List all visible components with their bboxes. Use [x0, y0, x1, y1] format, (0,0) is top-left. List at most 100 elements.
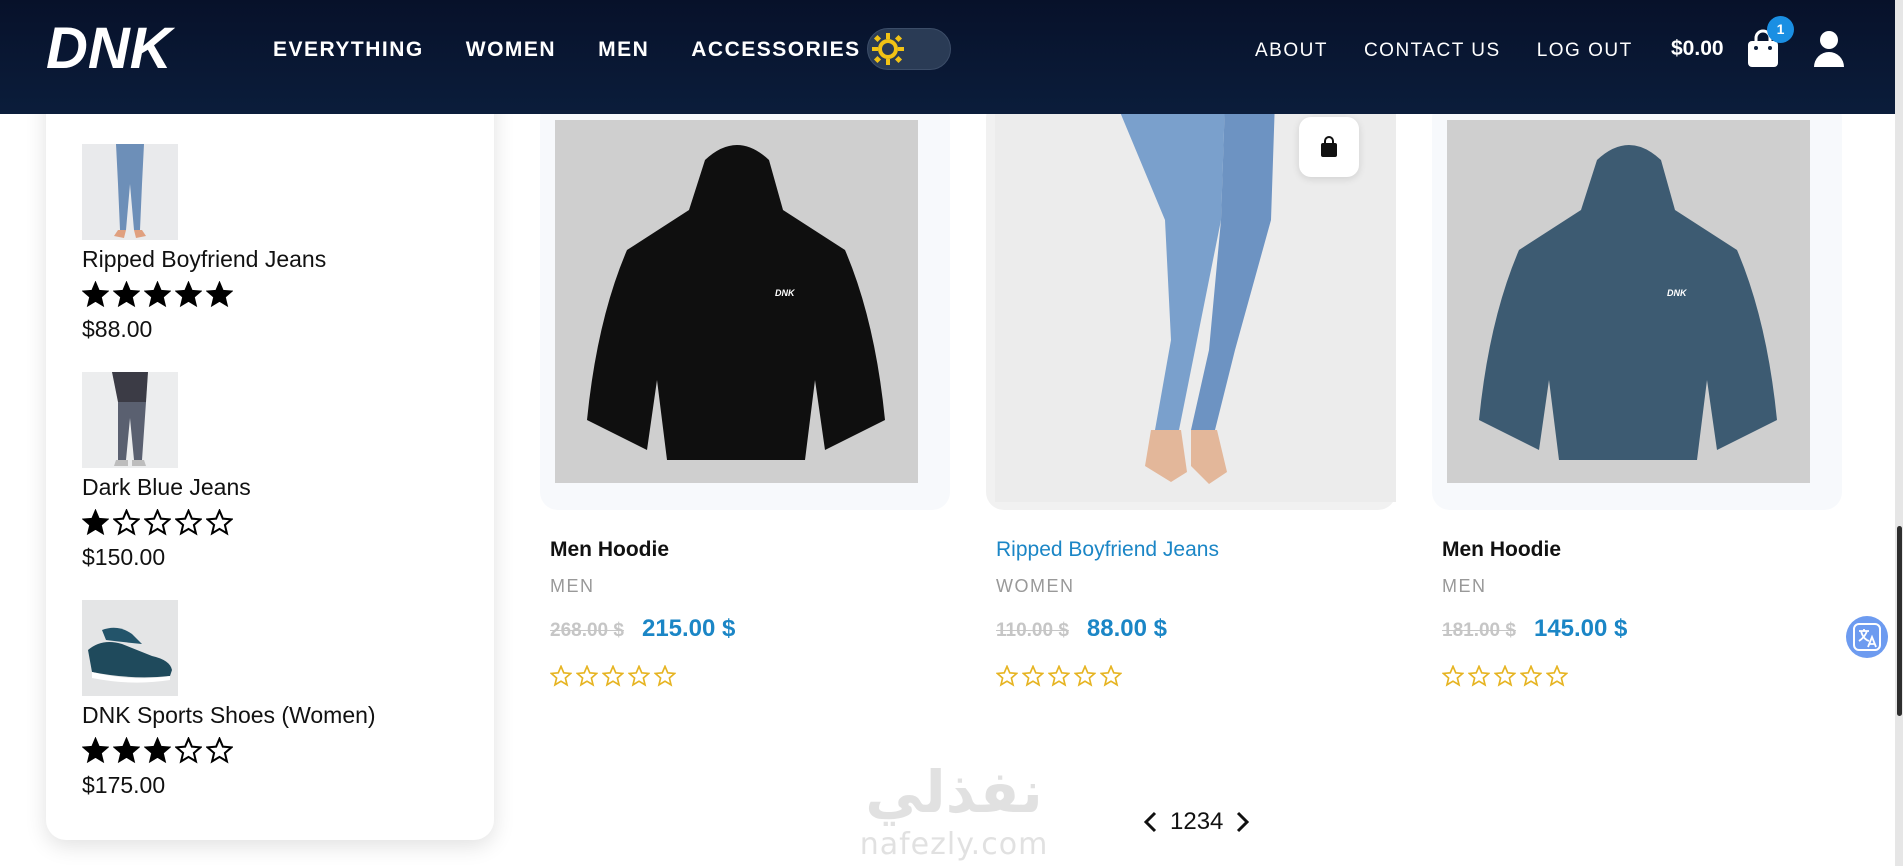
star-empty-icon	[1048, 665, 1070, 687]
svg-text:DNK: DNK	[46, 16, 176, 80]
product-title[interactable]: Men Hoodie	[1442, 538, 1627, 562]
black-hoodie-image[interactable]: DNK	[555, 120, 918, 483]
main-nav: EVERYTHING WOMEN MEN ACCESSORIES	[273, 38, 861, 62]
star-empty-icon	[1022, 665, 1044, 687]
star-empty-icon	[175, 509, 202, 536]
star-empty-icon	[1100, 665, 1122, 687]
star-empty-icon	[1520, 665, 1542, 687]
chevron-left-icon[interactable]	[1142, 811, 1160, 833]
translate-icon	[1853, 623, 1881, 651]
star-filled-icon	[175, 281, 202, 308]
dnk-logo[interactable]: DNK	[44, 14, 194, 80]
star-filled-icon	[206, 281, 233, 308]
nav-men[interactable]: MEN	[598, 38, 649, 62]
product-title[interactable]: Ripped Boyfriend Jeans	[996, 538, 1219, 562]
product-title[interactable]: Men Hoodie	[550, 538, 735, 562]
svg-text:DNK: DNK	[1667, 288, 1688, 298]
svg-text:DNK: DNK	[775, 288, 796, 298]
svg-text:nafezly.com: nafezly.com	[860, 827, 1049, 862]
product-info: Men Hoodie MEN 181.00 $ 145.00 $	[1442, 538, 1627, 687]
nafezly-watermark: نفذلي nafezly.com	[860, 758, 1049, 862]
star-empty-icon	[113, 509, 140, 536]
jeans-thumbnail[interactable]	[82, 144, 178, 240]
top-rated-sidebar: Ripped Boyfriend Jeans $88.00 Dark Blue …	[46, 60, 494, 840]
product-category[interactable]: WOMEN	[996, 576, 1219, 597]
sidebar-product-name[interactable]: DNK Sports Shoes (Women)	[82, 702, 376, 729]
rating-stars	[996, 665, 1219, 687]
star-empty-icon	[206, 509, 233, 536]
shoes-thumbnail[interactable]	[82, 600, 178, 696]
nav-contact-us[interactable]: CONTACT US	[1364, 40, 1501, 62]
rating-stars	[1442, 665, 1627, 687]
svg-text:نفذلي: نفذلي	[865, 758, 1042, 826]
sidebar-product-name[interactable]: Dark Blue Jeans	[82, 474, 251, 501]
star-empty-icon	[654, 665, 676, 687]
shopping-bag-icon	[1321, 136, 1337, 157]
secondary-nav: ABOUT CONTACT US LOG OUT	[1255, 40, 1633, 62]
sale-price: 145.00 $	[1533, 615, 1628, 642]
product-prices: 268.00 $ 215.00 $	[550, 615, 735, 643]
rating-stars	[82, 737, 376, 764]
cart-total[interactable]: $0.00	[1671, 37, 1724, 61]
product-image-box[interactable]	[986, 100, 1396, 510]
page-numbers[interactable]: 1234	[1170, 808, 1223, 836]
sun-icon	[872, 33, 904, 65]
star-empty-icon	[175, 737, 202, 764]
translate-button[interactable]	[1846, 616, 1888, 658]
chevron-right-icon[interactable]	[1233, 811, 1251, 833]
star-filled-icon	[144, 281, 171, 308]
top-navbar: DNK EVERYTHING WOMEN MEN ACCESSORIES ABO…	[0, 0, 1895, 114]
product-category[interactable]: MEN	[1442, 576, 1627, 597]
jeans-thumbnail[interactable]	[82, 372, 178, 468]
star-empty-icon	[996, 665, 1018, 687]
star-empty-icon	[576, 665, 598, 687]
theme-toggle[interactable]	[867, 28, 951, 70]
star-empty-icon	[1468, 665, 1490, 687]
sidebar-product-price: $175.00	[82, 772, 166, 798]
sale-price: 88.00 $	[1086, 615, 1167, 642]
star-empty-icon	[550, 665, 572, 687]
pagination: 1234	[1142, 808, 1251, 836]
nav-log-out[interactable]: LOG OUT	[1537, 40, 1633, 62]
star-empty-icon	[628, 665, 650, 687]
product-image-box[interactable]: DNK	[1432, 100, 1842, 510]
star-empty-icon	[144, 509, 171, 536]
quick-add-button[interactable]	[1299, 117, 1359, 177]
rating-stars	[82, 509, 251, 536]
sidebar-product[interactable]: Dark Blue Jeans $150.00	[82, 372, 251, 571]
scrollbar-track[interactable]	[1895, 0, 1903, 866]
product-prices: 110.00 $ 88.00 $	[996, 615, 1219, 643]
sidebar-product[interactable]: Ripped Boyfriend Jeans $88.00	[82, 144, 326, 343]
product-image-box[interactable]: DNK	[540, 100, 950, 510]
product-info: Ripped Boyfriend Jeans WOMEN 110.00 $ 88…	[996, 538, 1219, 687]
product-prices: 181.00 $ 145.00 $	[1442, 615, 1627, 643]
sidebar-product-price: $88.00	[82, 316, 153, 342]
old-price: 268.00 $	[550, 620, 624, 641]
nav-about[interactable]: ABOUT	[1255, 40, 1328, 62]
star-empty-icon	[602, 665, 624, 687]
sidebar-product-name[interactable]: Ripped Boyfriend Jeans	[82, 246, 326, 273]
product-category[interactable]: MEN	[550, 576, 735, 597]
star-empty-icon	[1074, 665, 1096, 687]
star-filled-icon	[144, 737, 171, 764]
product-info: Men Hoodie MEN 268.00 $ 215.00 $	[550, 538, 735, 687]
sidebar-product-price: $150.00	[82, 544, 166, 570]
star-empty-icon	[1494, 665, 1516, 687]
cart-count-badge: 1	[1767, 16, 1794, 43]
old-price: 181.00 $	[1442, 620, 1516, 641]
nav-accessories[interactable]: ACCESSORIES	[691, 38, 860, 62]
nav-everything[interactable]: EVERYTHING	[273, 38, 424, 62]
sidebar-product[interactable]: DNK Sports Shoes (Women) $175.00	[82, 600, 376, 799]
old-price: 110.00 $	[996, 620, 1069, 641]
star-filled-icon	[82, 737, 109, 764]
rating-stars	[82, 281, 326, 308]
star-filled-icon	[113, 281, 140, 308]
star-filled-icon	[113, 737, 140, 764]
nav-women[interactable]: WOMEN	[466, 38, 556, 62]
scrollbar-thumb[interactable]	[1897, 526, 1902, 716]
star-filled-icon	[82, 509, 109, 536]
star-empty-icon	[1442, 665, 1464, 687]
star-empty-icon	[206, 737, 233, 764]
blue-hoodie-image[interactable]: DNK	[1447, 120, 1810, 483]
user-icon[interactable]	[1812, 30, 1846, 68]
